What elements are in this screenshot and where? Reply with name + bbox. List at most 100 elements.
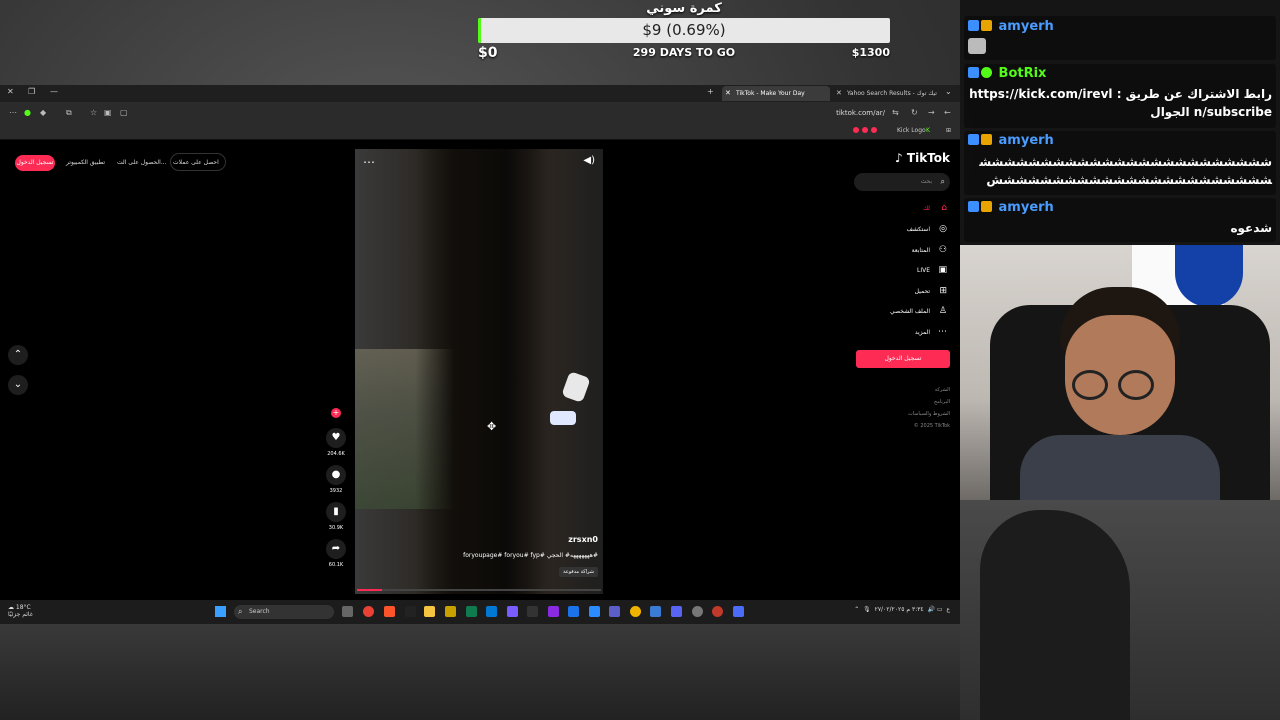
tab-tiktok[interactable]: ✕ TikTok - Make Your Day <box>722 86 830 101</box>
language-icon[interactable]: ع <box>946 606 950 613</box>
prev-video-icon[interactable]: ⌃ <box>8 345 28 365</box>
app-icon[interactable] <box>733 606 744 617</box>
search-input[interactable]: بحث ⌕ <box>854 173 950 191</box>
tab-yahoo[interactable]: ✕ Yahoo Search Results - تيك توك <box>833 86 941 101</box>
brave-icon[interactable] <box>384 606 395 617</box>
desktop-app-link[interactable]: تطبيق الكمبيوتر <box>66 159 105 166</box>
nav-upload[interactable]: تحميل ⊞ <box>850 285 950 299</box>
new-tab-icon[interactable]: + <box>707 87 714 96</box>
get-app-link[interactable]: الحصول على الت... <box>117 159 167 166</box>
network-icon[interactable]: ▭ <box>937 606 943 613</box>
video-username[interactable]: zrsxn0 <box>568 535 598 544</box>
app-icon[interactable] <box>405 606 416 617</box>
footer-program[interactable]: البرنامج <box>934 399 950 405</box>
app-icon[interactable] <box>630 606 641 617</box>
sidebar-login-button[interactable]: تسجيل الدخول <box>856 350 950 368</box>
app-icon[interactable] <box>712 606 723 617</box>
settings-icon[interactable] <box>692 606 703 617</box>
close-tab-icon[interactable]: ✕ <box>836 89 842 97</box>
glasses-lens <box>1118 370 1154 400</box>
forward-icon[interactable]: → <box>928 108 935 117</box>
apps-icon[interactable]: ⊞ <box>946 127 951 134</box>
video-frame-object <box>550 411 576 425</box>
site-settings-icon[interactable]: ⇆ <box>892 108 899 117</box>
task-view-icon[interactable] <box>342 606 353 617</box>
minimize-window-icon[interactable]: — <box>50 87 58 96</box>
close-window-icon[interactable]: ✕ <box>7 87 14 96</box>
comment-action[interactable]: ● 3932 <box>324 465 348 494</box>
chrome-icon[interactable] <box>363 606 374 617</box>
app-icon[interactable] <box>650 606 661 617</box>
volume-icon[interactable]: ◀) <box>583 155 595 166</box>
footer-copyright: © 2025 TikTok <box>913 423 950 429</box>
url-field[interactable]: tiktok.com/ar/ <box>836 109 885 117</box>
chat-username[interactable]: amyerh <box>968 133 1054 148</box>
close-tab-icon[interactable]: ✕ <box>725 89 731 97</box>
nav-for-you[interactable]: لك ⌂ <box>850 202 950 216</box>
video-frame-object <box>561 371 591 403</box>
video-hashtags[interactable]: foryoupage# foryou# fyp# هههههههه# الحجي… <box>463 552 598 559</box>
copy-icon[interactable]: ⧉ <box>66 108 72 118</box>
star-icon[interactable]: ☆ <box>90 108 97 117</box>
taskbar-search[interactable]: ⌕ Search <box>234 605 334 619</box>
share-icon[interactable]: ➦ <box>326 539 346 559</box>
app-icon[interactable] <box>466 606 477 617</box>
volume-icon[interactable]: 🔊 <box>928 606 935 613</box>
video-player[interactable]: ⋯ ◀) zrsxn0 foryoupage# foryou# fyp# ههه… <box>355 149 603 594</box>
save-action[interactable]: ▮ 30.9K <box>324 502 348 531</box>
chat-username[interactable]: BotRix <box>968 66 1046 81</box>
weather-widget[interactable]: ☁ 18°C غائم جزئيًا <box>8 604 33 618</box>
extension-icon[interactable]: ◆ <box>40 108 46 117</box>
video-progress-bar[interactable] <box>357 589 601 591</box>
bookmark-icon[interactable]: ▮ <box>326 502 346 522</box>
menu-icon[interactable]: ⋯ <box>9 108 17 117</box>
chat-username[interactable]: amyerh <box>968 200 1054 215</box>
share-action[interactable]: ➦ 60.1K <box>324 539 348 568</box>
follow-plus-icon[interactable]: + <box>331 408 341 418</box>
nav-following[interactable]: المتابعة ⚇ <box>850 244 950 258</box>
reload-icon[interactable]: ↻ <box>911 108 918 117</box>
comment-icon[interactable]: ● <box>326 465 346 485</box>
tray-arrow-icon[interactable]: ⌃ <box>854 606 859 613</box>
nav-live[interactable]: LIVE ▣ <box>850 264 950 278</box>
app-icon[interactable] <box>568 606 579 617</box>
footer-company[interactable]: الشركة <box>935 387 950 393</box>
nav-profile[interactable]: الملف الشخصي ♙ <box>850 305 950 319</box>
app-icon[interactable] <box>527 606 538 617</box>
tiktok-note-icon: ♪ <box>895 151 903 165</box>
background-silhouette <box>980 510 1130 720</box>
app-icon[interactable] <box>548 606 559 617</box>
windows-start-icon[interactable] <box>215 606 226 617</box>
search-icon: ⌕ <box>940 177 945 186</box>
app-icon[interactable] <box>671 606 682 617</box>
copilot-icon[interactable] <box>507 606 518 617</box>
nav-more[interactable]: المزيد ⋯ <box>850 326 950 340</box>
nav-explore[interactable]: استكشف ◎ <box>850 223 950 237</box>
like-action[interactable]: ♥ 204.6K <box>324 428 348 457</box>
clock[interactable]: ٣:٣٤ م ٢٧/٠٢/٢٠٢٥ <box>875 606 924 613</box>
bookmark-kick-logo[interactable]: Kick Logo <box>897 127 926 134</box>
system-tray[interactable]: ⌃ 🎙 ع ▭ 🔊 ٣:٣٤ م ٢٧/٠٢/٢٠٢٥ <box>854 606 950 613</box>
heart-icon[interactable]: ♥ <box>326 428 346 448</box>
extension-icon[interactable]: ● <box>24 108 31 117</box>
store-icon[interactable] <box>486 606 497 617</box>
footer-terms[interactable]: الشروط والسياسات <box>908 411 950 417</box>
mic-icon[interactable]: 🎙 <box>863 606 871 613</box>
get-coins-link[interactable]: احصل على عملات <box>173 159 219 166</box>
back-icon[interactable]: ← <box>944 108 951 117</box>
file-explorer-icon[interactable] <box>424 606 435 617</box>
more-options-icon[interactable]: ⋯ <box>363 155 375 169</box>
app-icon[interactable] <box>445 606 456 617</box>
extension-icon[interactable]: ▣ <box>104 108 112 117</box>
restore-window-icon[interactable]: ❐ <box>28 87 35 96</box>
tab-search-icon[interactable]: ⌄ <box>945 87 952 96</box>
stream-background-bottom <box>0 620 960 720</box>
app-icon[interactable] <box>609 606 620 617</box>
extension-icon[interactable]: ▢ <box>120 108 128 117</box>
chat-username[interactable]: amyerh <box>968 19 1054 34</box>
top-login-button[interactable]: تسجيل الدخول <box>15 155 55 171</box>
tiktok-logo[interactable]: ♪ TikTok <box>895 151 950 165</box>
app-icon[interactable] <box>589 606 600 617</box>
next-video-icon[interactable]: ⌄ <box>8 375 28 395</box>
save-count: 30.9K <box>328 525 344 531</box>
